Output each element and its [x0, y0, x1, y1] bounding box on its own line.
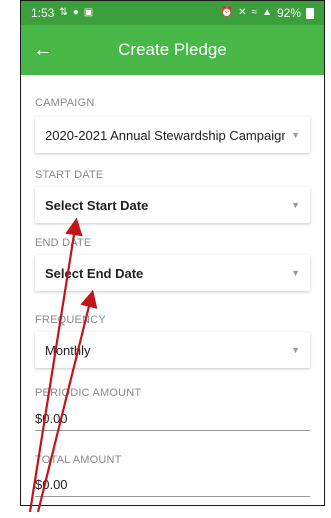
campaign-label: CAMPAIGN	[35, 97, 95, 109]
periodic-amount-label: PERIODIC AMOUNT	[35, 387, 142, 399]
end-date-field: END DATE	[35, 237, 310, 249]
periodic-amount-input[interactable]: $0.00	[35, 403, 310, 431]
sync-icon: ⇅	[59, 7, 68, 18]
chevron-down-icon: ▼	[291, 200, 300, 210]
image-icon: ▣	[83, 7, 94, 18]
campaign-select-wrap: 2020-2021 Annual Stewardship Campaign ▼	[35, 117, 310, 153]
start-date-label: START DATE	[35, 169, 104, 181]
app-bar: ← Create Pledge	[21, 25, 324, 75]
battery-icon	[306, 7, 314, 19]
end-date-value: Select End Date	[45, 265, 144, 281]
frequency-select[interactable]: Monthly ▼	[35, 332, 310, 368]
periodic-amount-field: PERIODIC AMOUNT	[35, 387, 310, 399]
total-amount-wrap: $0.00	[35, 469, 310, 497]
frequency-field: FREQUENCY	[35, 314, 310, 326]
status-time: 1:53	[31, 6, 55, 20]
frequency-value: Monthly	[45, 342, 91, 358]
mute-icon: ✕	[238, 7, 247, 18]
periodic-amount-wrap: $0.00	[35, 403, 310, 431]
start-date-select-wrap: Select Start Date ▼	[35, 187, 310, 223]
status-bar: 1:53 ⇅ ● ▣ ⏰ ✕ ≈ ▲ 92%	[21, 1, 324, 25]
total-amount-input[interactable]: $0.00	[35, 469, 310, 497]
page-title: Create Pledge	[118, 40, 227, 59]
status-left: 1:53 ⇅ ● ▣	[31, 6, 93, 20]
start-date-field: START DATE	[35, 169, 310, 181]
chevron-down-icon: ▼	[291, 268, 300, 278]
campaign-value: 2020-2021 Annual Stewardship Campaign	[45, 127, 286, 143]
end-date-select-wrap: Select End Date ▼	[35, 255, 310, 291]
location-icon: ●	[72, 7, 79, 18]
battery-percent: 92%	[276, 6, 301, 20]
total-amount-field: TOTAL AMOUNT	[35, 454, 310, 466]
arrow-left-icon: ←	[33, 38, 53, 61]
signal-icon: ▲	[262, 7, 272, 18]
campaign-select[interactable]: 2020-2021 Annual Stewardship Campaign ▼	[35, 117, 310, 153]
campaign-field: CAMPAIGN	[35, 97, 310, 109]
frequency-label: FREQUENCY	[35, 314, 106, 326]
end-date-select[interactable]: Select End Date ▼	[35, 255, 310, 291]
phone-screen: 1:53 ⇅ ● ▣ ⏰ ✕ ≈ ▲ 92% ← Create Pledge C…	[20, 0, 325, 506]
alarm-icon: ⏰	[220, 7, 234, 18]
wifi-icon: ≈	[251, 7, 258, 18]
back-button[interactable]: ←	[21, 25, 65, 75]
frequency-select-wrap: Monthly ▼	[35, 332, 310, 368]
chevron-down-icon: ▼	[291, 345, 300, 355]
status-right: ⏰ ✕ ≈ ▲ 92%	[221, 6, 314, 20]
chevron-down-icon: ▼	[291, 130, 300, 140]
start-date-select[interactable]: Select Start Date ▼	[35, 187, 310, 223]
start-date-value: Select Start Date	[45, 197, 149, 213]
total-amount-label: TOTAL AMOUNT	[35, 454, 122, 466]
end-date-label: END DATE	[35, 237, 92, 249]
